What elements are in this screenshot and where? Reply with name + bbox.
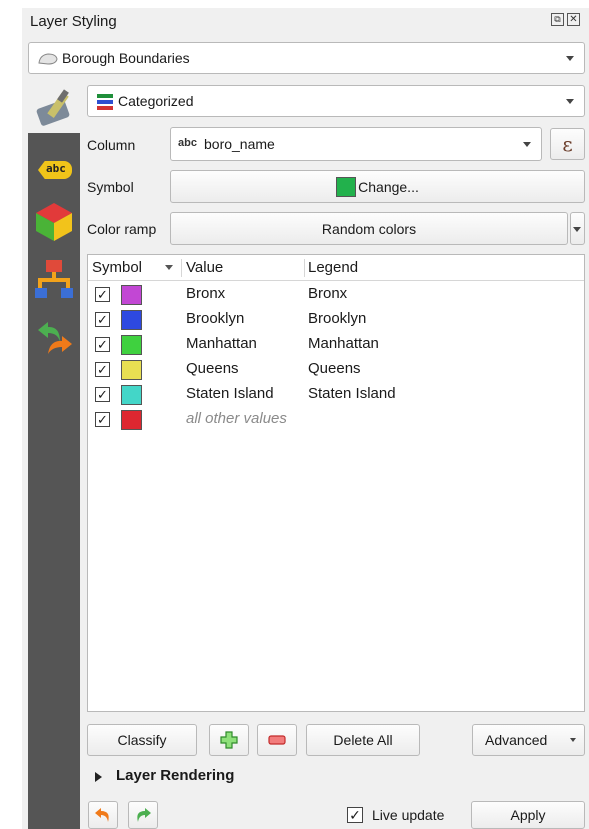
- column-label: Column: [87, 137, 136, 153]
- symbol-change-button[interactable]: Change...: [170, 170, 585, 203]
- labels-abc-icon[interactable]: abc: [34, 153, 74, 193]
- color-ramp-label: Color ramp: [87, 221, 157, 237]
- symbology-brush-icon[interactable]: [36, 88, 80, 130]
- string-type-tag: abc: [178, 137, 197, 149]
- delete-all-button[interactable]: Delete All: [306, 724, 420, 756]
- advanced-label: Advanced: [485, 732, 548, 748]
- layer-rendering-toggle[interactable]: Layer Rendering: [93, 766, 293, 788]
- apply-label: Apply: [510, 807, 546, 823]
- categories-table[interactable]: Symbol Value Legend ✓ Bronx Bronx ✓ Broo…: [87, 254, 585, 712]
- category-color-swatch[interactable]: [121, 310, 142, 330]
- category-color-swatch[interactable]: [121, 285, 142, 305]
- chevron-down-icon: [566, 99, 574, 104]
- symbol-column-header[interactable]: Symbol: [92, 259, 142, 276]
- redo-icon: [137, 808, 151, 822]
- plus-icon: [220, 731, 238, 749]
- polygon-layer-icon: [38, 53, 58, 65]
- chevron-down-icon: [523, 142, 531, 147]
- value-cell: Manhattan: [186, 335, 257, 352]
- table-row[interactable]: ✓ Staten Island Staten Island: [88, 383, 584, 408]
- column-select-value: boro_name: [204, 136, 275, 152]
- row-checkbox[interactable]: ✓: [95, 287, 110, 302]
- 3d-cube-icon[interactable]: [34, 201, 74, 241]
- table-row[interactable]: ✓ Manhattan Manhattan: [88, 333, 584, 358]
- undo-icon: [95, 808, 109, 822]
- category-color-swatch[interactable]: [121, 335, 142, 355]
- minus-icon: [268, 735, 286, 745]
- advanced-menu-button[interactable]: Advanced: [472, 724, 585, 756]
- category-color-swatch[interactable]: [121, 360, 142, 380]
- value-cell: Bronx: [186, 285, 226, 302]
- classify-button[interactable]: Classify: [87, 724, 197, 756]
- legend-column-header[interactable]: Legend: [308, 259, 358, 276]
- value-cell: all other values: [186, 410, 287, 427]
- row-checkbox[interactable]: ✓: [95, 387, 110, 402]
- legend-cell: Queens: [308, 360, 361, 377]
- category-color-swatch[interactable]: [121, 410, 142, 430]
- symbol-label: Symbol: [87, 179, 134, 195]
- live-update-label: Live update: [372, 807, 445, 823]
- table-row[interactable]: ✓ Brooklyn Brooklyn: [88, 308, 584, 333]
- value-cell: Queens: [186, 360, 239, 377]
- legend-cell: Staten Island: [308, 385, 396, 402]
- delete-all-label: Delete All: [333, 732, 393, 748]
- undo-button[interactable]: [88, 801, 118, 829]
- history-arrows-icon[interactable]: [34, 318, 74, 358]
- apply-button[interactable]: Apply: [471, 801, 585, 829]
- layer-select-value: Borough Boundaries: [62, 50, 190, 66]
- float-panel-icon[interactable]: ⧉: [551, 13, 564, 26]
- header-divider: [304, 259, 305, 277]
- category-color-swatch[interactable]: [121, 385, 142, 405]
- header-divider: [181, 259, 182, 277]
- redo-button[interactable]: [128, 801, 158, 829]
- table-row[interactable]: ✓ all other values: [88, 408, 584, 433]
- row-checkbox[interactable]: ✓: [95, 337, 110, 352]
- row-checkbox[interactable]: ✓: [95, 362, 110, 377]
- chevron-down-icon: [566, 56, 574, 61]
- color-ramp-select[interactable]: Random colors: [170, 212, 568, 245]
- value-cell: Staten Island: [186, 385, 274, 402]
- row-checkbox[interactable]: ✓: [95, 412, 110, 427]
- chevron-down-icon: [573, 226, 581, 232]
- color-ramp-value: Random colors: [321, 220, 417, 237]
- panel-title: Layer Styling: [30, 13, 117, 30]
- table-row[interactable]: ✓ Bronx Bronx: [88, 283, 584, 308]
- expression-button[interactable]: ε: [550, 128, 585, 160]
- remove-category-button[interactable]: [257, 724, 297, 756]
- triangle-right-icon: [95, 772, 102, 782]
- sort-indicator-icon: [165, 265, 173, 270]
- diagram-icon[interactable]: [34, 258, 74, 298]
- column-select[interactable]: abc boro_name: [170, 127, 542, 161]
- symbol-color-swatch: [336, 176, 357, 197]
- layer-rendering-label: Layer Rendering: [116, 767, 235, 784]
- value-cell: Brooklyn: [186, 310, 245, 327]
- row-checkbox[interactable]: ✓: [95, 312, 110, 327]
- table-header: Symbol Value Legend: [88, 255, 584, 281]
- change-label: Change...: [358, 178, 419, 195]
- epsilon-icon: ε: [562, 132, 573, 156]
- color-ramp-dropdown-button[interactable]: [570, 212, 585, 245]
- renderer-select[interactable]: Categorized: [87, 85, 585, 117]
- live-update-checkbox[interactable]: ✓: [347, 807, 363, 823]
- add-category-button[interactable]: [209, 724, 249, 756]
- categorized-icon: [97, 94, 113, 110]
- value-column-header[interactable]: Value: [186, 259, 223, 276]
- legend-cell: Brooklyn: [308, 310, 367, 327]
- legend-cell: Bronx: [308, 285, 348, 302]
- legend-cell: Manhattan: [308, 335, 379, 352]
- chevron-down-icon: [570, 738, 576, 742]
- renderer-select-value: Categorized: [118, 93, 194, 109]
- table-row[interactable]: ✓ Queens Queens: [88, 358, 584, 383]
- layer-select[interactable]: Borough Boundaries: [28, 42, 585, 74]
- classify-label: Classify: [117, 732, 167, 748]
- close-panel-icon[interactable]: ✕: [567, 13, 580, 26]
- side-tab-strip: abc: [28, 133, 80, 829]
